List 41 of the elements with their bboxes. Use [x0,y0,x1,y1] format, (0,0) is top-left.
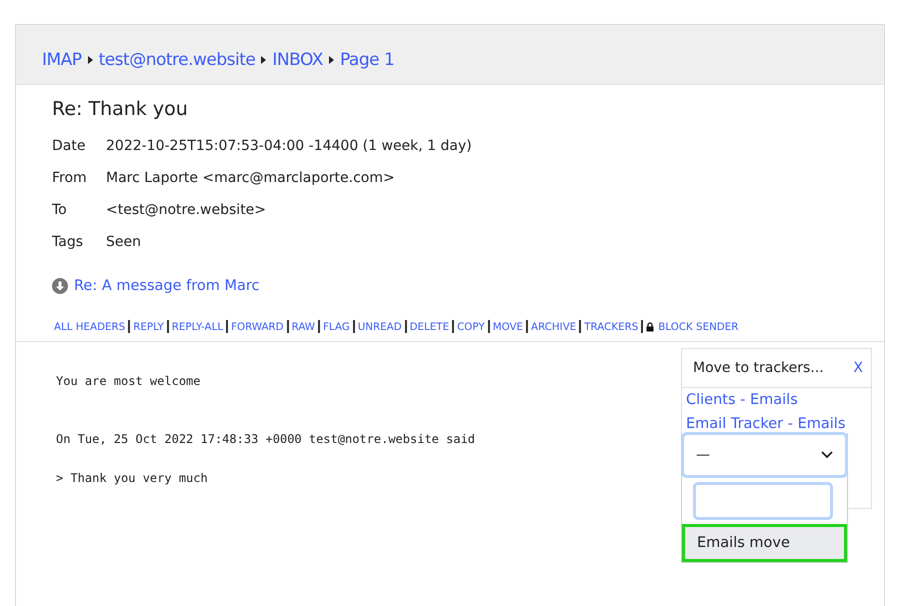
action-link[interactable]: DELETE [410,320,450,332]
caret-icon [88,56,93,64]
breadcrumb-link[interactable]: Page 1 [340,50,394,70]
action-link[interactable]: REPLY-ALL [172,320,224,332]
search-field[interactable] [693,482,833,520]
chevron-icon [821,451,833,459]
action-link[interactable]: REPLY [133,320,164,332]
action-link[interactable]: ALL HEADERS [54,320,126,332]
tracker-link[interactable]: Clients - Emails [682,388,871,412]
message-subject: Re: Thank you [52,98,189,122]
related-message-link[interactable]: Re: A message from Marc [74,278,260,294]
message-text: > Thank you very much [56,471,209,487]
header-label: Tags [52,233,84,252]
message-text: You are most welcome [56,374,202,390]
action-link[interactable]: UNREAD [358,320,402,332]
caret-icon [261,56,266,64]
header-label: To [52,201,68,220]
panel-title: Move to trackers... [693,360,824,376]
action-link[interactable]: FLAG [323,320,350,332]
action-link[interactable]: MOVE [492,320,524,332]
header-label: From [52,169,88,188]
dropdown-option[interactable]: Emails move [682,524,847,562]
action-link[interactable]: BLOCK SENDER [646,320,738,332]
action-link[interactable]: TRACKERS [584,320,638,332]
action-link[interactable]: COPY [457,320,485,332]
header-value: 2022-10-25T15:07:53-04:00 -14400 (1 week, 1 day) [106,137,473,156]
caret-icon [328,56,334,64]
breadcrumb-link[interactable]: IMAP [42,50,82,70]
action-link[interactable]: ARCHIVE [531,320,576,332]
action-link[interactable]: FORWARD [231,320,284,332]
action-link[interactable]: RAW [292,320,315,332]
header-label: Date [52,137,86,156]
header-value: Marc Laporte <marc@marclaporte.com> [106,169,396,188]
breadcrumb-link[interactable]: test@notre.website [98,50,256,70]
select-field[interactable]: — [681,432,848,478]
header-value: Seen [106,233,142,252]
header-value: <test@notre.website> [106,201,268,220]
close-link[interactable]: X [853,360,863,376]
message-text: On Tue, 25 Oct 2022 17:48:33 +0000 test@notre.website said [56,432,476,448]
breadcrumb-link[interactable]: INBOX [272,50,323,70]
lock-icon [646,322,654,332]
